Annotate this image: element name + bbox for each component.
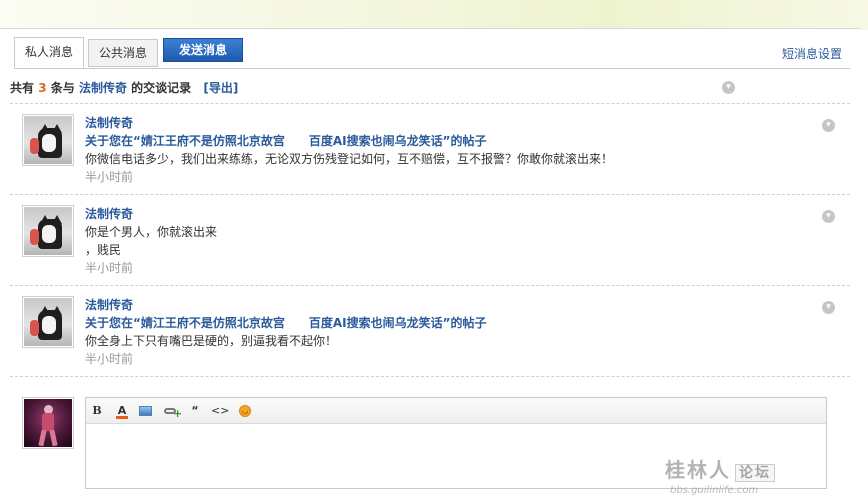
insert-image-button[interactable] xyxy=(137,402,155,420)
message-time: 半小时前 xyxy=(85,170,134,184)
summary-prefix: 共有 xyxy=(10,81,35,95)
message-count: 3 xyxy=(38,81,47,95)
message-item: 法制传奇 关于您在“婧江王府不是仿照北京故宫 百度AI搜索也闹乌龙笑话”的帖子 … xyxy=(10,296,850,386)
divider xyxy=(10,103,850,104)
cat-avatar-image xyxy=(24,298,72,346)
site-watermark: 桂林人 论坛 xyxy=(665,454,775,483)
message-delete-icon[interactable]: ▾ xyxy=(822,119,835,132)
message-item: 法制传奇 关于您在“婧江王府不是仿照北京故宫 百度AI搜索也闹乌龙笑话”的帖子 … xyxy=(10,114,850,204)
message-content-line: 你是个男人，你就滚出来 xyxy=(85,225,218,239)
message-content-line: ，贱民 xyxy=(85,243,122,257)
conversation-partner-link[interactable]: 法制传奇 xyxy=(79,81,127,95)
code-button[interactable]: <> xyxy=(211,402,229,420)
editor-toolbar: B A + “ <> ◡ xyxy=(86,398,826,424)
page-background-decoration xyxy=(0,0,868,30)
watermark-forum: 论坛 xyxy=(735,464,775,482)
dancer-avatar-image xyxy=(24,399,72,447)
sender-avatar[interactable] xyxy=(22,205,74,257)
color-bar-icon xyxy=(116,416,128,419)
quote-button[interactable]: “ xyxy=(186,402,204,420)
cat-avatar-image xyxy=(24,207,72,255)
insert-link-button[interactable]: + xyxy=(162,402,183,420)
summary-delete-icon[interactable]: ▾ xyxy=(722,81,735,94)
add-icon: + xyxy=(173,407,183,420)
message-content: 你微信电话多少，我们出来练练，无论双方伤残登记如何，互不赔偿，互不报警？你敢你就… xyxy=(85,152,614,166)
message-delete-icon[interactable]: ▾ xyxy=(822,210,835,223)
message-delete-icon[interactable]: ▾ xyxy=(822,301,835,314)
smiley-icon: ◡ xyxy=(239,405,251,417)
watermark-main: 桂林人 xyxy=(665,458,731,482)
message-settings-link[interactable]: 短消息设置 xyxy=(782,45,842,62)
sender-avatar[interactable] xyxy=(22,114,74,166)
sender-avatar[interactable] xyxy=(22,296,74,348)
summary-suffix: 的交谈记录 xyxy=(131,81,192,95)
watermark-url: bbs.guilinlife.com xyxy=(670,485,759,496)
tab-private-messages[interactable]: 私人消息 xyxy=(14,37,84,68)
message-text: 法制传奇 你是个男人，你就滚出来 ，贱民 半小时前 xyxy=(85,205,805,277)
export-link[interactable]: [导出] xyxy=(203,81,238,95)
sender-name-link[interactable]: 法制传奇 xyxy=(85,205,805,223)
divider xyxy=(10,285,850,286)
current-user-avatar[interactable] xyxy=(22,397,74,449)
sender-name-link[interactable]: 法制传奇 xyxy=(85,114,805,132)
divider xyxy=(10,194,850,195)
emoji-button[interactable]: ◡ xyxy=(236,402,254,420)
tab-public-messages[interactable]: 公共消息 xyxy=(88,39,158,67)
message-content: 你全身上下只有嘴巴是硬的，别逼我看不起你！ xyxy=(85,334,338,348)
message-item: 法制传奇 你是个男人，你就滚出来 ，贱民 半小时前 ▾ xyxy=(10,205,850,295)
divider xyxy=(10,376,850,377)
message-text: 法制传奇 关于您在“婧江王府不是仿照北京故宫 百度AI搜索也闹乌龙笑话”的帖子 … xyxy=(85,296,805,368)
sender-name-link[interactable]: 法制传奇 xyxy=(85,296,805,314)
message-text: 法制传奇 关于您在“婧江王府不是仿照北京故宫 百度AI搜索也闹乌龙笑话”的帖子 … xyxy=(85,114,805,186)
message-time: 半小时前 xyxy=(85,261,134,275)
bold-button[interactable]: B xyxy=(88,402,106,420)
cat-avatar-image xyxy=(24,116,72,164)
message-panel: 私人消息 公共消息 发送消息 短消息设置 共有 3 条与 法制传奇 的交谈记录 … xyxy=(0,28,860,496)
message-time: 半小时前 xyxy=(85,352,134,366)
image-icon xyxy=(139,406,152,416)
message-subject-link[interactable]: 关于您在“婧江王府不是仿照北京故宫 百度AI搜索也闹乌龙笑话”的帖子 xyxy=(85,314,805,332)
message-subject-link[interactable]: 关于您在“婧江王府不是仿照北京故宫 百度AI搜索也闹乌龙笑话”的帖子 xyxy=(85,132,805,150)
summary-middle: 条与 xyxy=(50,81,75,95)
font-color-button[interactable]: A xyxy=(113,402,131,420)
send-message-button[interactable]: 发送消息 xyxy=(163,38,243,62)
conversation-summary: 共有 3 条与 法制传奇 的交谈记录 [导出] xyxy=(10,79,238,96)
message-tabs: 私人消息 公共消息 发送消息 短消息设置 xyxy=(14,37,850,69)
